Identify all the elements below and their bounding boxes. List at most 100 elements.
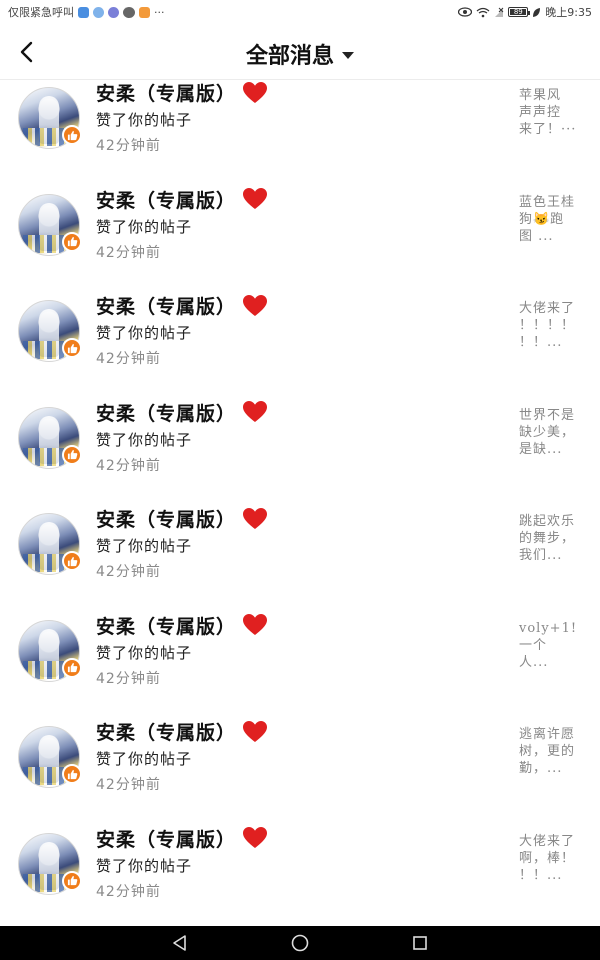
action-text: 赞了你的帖子 <box>96 856 193 875</box>
timestamp: 42分钟前 <box>96 138 161 154</box>
message-item[interactable]: 安柔（专属版） 赞了你的帖子 42分钟前 大佬来了 ！！！！ ！！... <box>0 292 600 398</box>
message-list[interactable]: 安柔（专属版） 赞了你的帖子 42分钟前 苹果风 声声控 来了！··· 安柔（专属版） 赞… <box>0 81 600 927</box>
post-preview[interactable]: 大佬来了 啊，棒！ ！！... <box>519 833 585 884</box>
chevron-down-icon <box>342 51 354 59</box>
post-preview[interactable]: 逃离许愿 树，更的 勤，... <box>519 726 585 777</box>
wechat-icon <box>123 6 135 18</box>
carrier-text: 仅限紧急呼叫 <box>8 6 74 19</box>
name-row: 安柔（专属版） <box>96 399 268 426</box>
user-name[interactable]: 安柔（专属版） <box>96 399 236 426</box>
name-row: 安柔（专属版） <box>96 718 268 745</box>
app-notification-icon <box>78 6 89 18</box>
name-row: 安柔（专属版） <box>96 186 268 213</box>
message-filter-dropdown[interactable]: 全部消息 <box>246 38 354 70</box>
heart-icon <box>243 614 268 635</box>
post-preview[interactable]: 蓝色王桂 狗😼跑 图 ... <box>519 194 585 245</box>
user-name[interactable]: 安柔（专属版） <box>96 825 236 852</box>
thumbs-up-icon <box>67 769 77 779</box>
timestamp: 42分钟前 <box>96 883 161 900</box>
like-badge <box>62 870 82 891</box>
like-badge <box>62 657 82 678</box>
more-notifications-icon: ··· <box>154 5 165 19</box>
heart-icon <box>243 507 268 529</box>
heart-icon <box>243 81 268 103</box>
action-text: 赞了你的帖子 <box>96 111 193 129</box>
thumbs-up-icon <box>67 236 77 247</box>
message-item[interactable]: 安柔（专属版） 赞了你的帖子 42分钟前 跳起欢乐 的舞步， 我们... <box>0 505 600 611</box>
user-name[interactable]: 安柔（专属版） <box>96 292 236 319</box>
post-preview[interactable]: 苹果风 声声控 来了！··· <box>519 87 585 138</box>
system-nav-bar <box>0 926 600 960</box>
thumbs-up-icon <box>67 875 77 886</box>
wifi-icon <box>476 7 490 17</box>
name-row: 安柔（专属版） <box>96 505 268 532</box>
clock: 晚上9:35 <box>545 6 592 19</box>
heart-icon <box>243 827 268 848</box>
bilibili-icon <box>139 6 150 18</box>
message-item[interactable]: 安柔（专属版） 赞了你的帖子 42分钟前 蓝色王桂 狗😼跑 图 ... <box>0 186 600 292</box>
post-preview[interactable]: 跳起欢乐 的舞步， 我们... <box>519 513 585 564</box>
action-text: 赞了你的帖子 <box>96 643 193 662</box>
like-badge <box>62 338 82 358</box>
action-text: 赞了你的帖子 <box>96 750 193 768</box>
thumbs-up-icon <box>67 449 77 460</box>
like-badge <box>62 764 82 784</box>
message-item[interactable]: 安柔（专属版） 赞了你的帖子 42分钟前 苹果风 声声控 来了！··· <box>0 81 600 185</box>
heart-icon <box>243 720 268 742</box>
timestamp: 42分钟前 <box>96 351 161 367</box>
name-row: 安柔（专属版） <box>96 81 268 106</box>
name-row: 安柔（专属版） <box>96 292 268 319</box>
circle-home-icon <box>291 934 309 952</box>
user-name[interactable]: 安柔（专属版） <box>96 81 236 106</box>
nav-recents-button[interactable] <box>408 931 432 955</box>
like-badge <box>62 551 82 571</box>
heart-icon <box>243 188 268 209</box>
message-item[interactable]: 安柔（专属版） 赞了你的帖子 42分钟前 voly+1! 一个 人... <box>0 612 600 718</box>
browser-notification-icon <box>93 6 104 18</box>
message-item[interactable]: 安柔（专属版） 赞了你的帖子 42分钟前 世界不是 缺少美， 是缺... <box>0 399 600 505</box>
action-text: 赞了你的帖子 <box>96 537 193 555</box>
battery-level: 89 <box>513 8 523 16</box>
leaf-icon <box>533 7 541 17</box>
post-preview[interactable]: 大佬来了 ！！！！ ！！... <box>519 300 585 351</box>
nav-home-button[interactable] <box>288 931 312 955</box>
status-right: 89 晚上9:35 <box>458 4 592 20</box>
user-name[interactable]: 安柔（专属版） <box>96 718 236 745</box>
no-signal-icon <box>495 7 504 17</box>
name-row: 安柔（专属版） <box>96 825 268 852</box>
message-item[interactable]: 安柔（专属版） 赞了你的帖子 42分钟前 大佬来了 啊，棒！ ！！... <box>0 825 600 928</box>
status-left: 仅限紧急呼叫 ··· <box>8 4 165 20</box>
message-item[interactable]: 安柔（专属版） 赞了你的帖子 42分钟前 逃离许愿 树，更的 勤，... <box>0 718 600 824</box>
square-recents-icon <box>413 936 427 950</box>
heart-icon <box>243 401 268 422</box>
thumbs-up-icon <box>67 556 77 566</box>
timestamp: 42分钟前 <box>96 670 161 687</box>
name-row: 安柔（专属版） <box>96 612 268 639</box>
heart-icon <box>243 294 268 316</box>
user-name[interactable]: 安柔（专属版） <box>96 505 236 532</box>
action-text: 赞了你的帖子 <box>96 217 193 236</box>
post-preview[interactable]: voly+1! 一个 人... <box>519 620 585 671</box>
thumbs-up-icon <box>67 343 77 353</box>
user-name[interactable]: 安柔（专属版） <box>96 612 236 639</box>
timestamp: 42分钟前 <box>96 564 161 580</box>
thumbs-up-icon <box>67 662 77 673</box>
app-notification-icon <box>108 6 119 18</box>
page-title-text: 全部消息 <box>245 43 334 69</box>
post-preview[interactable]: 世界不是 缺少美， 是缺... <box>519 407 585 458</box>
like-badge <box>62 125 82 145</box>
page-title: 全部消息 <box>0 38 600 70</box>
battery-icon: 89 <box>508 7 531 17</box>
timestamp: 42分钟前 <box>96 457 161 474</box>
like-badge <box>62 231 82 252</box>
timestamp: 42分钟前 <box>96 777 161 793</box>
action-text: 赞了你的帖子 <box>96 324 193 342</box>
eye-icon <box>458 7 473 17</box>
thumbs-up-icon <box>67 130 77 140</box>
status-bar: 仅限紧急呼叫 ··· 89 晚上9:35 <box>0 0 600 24</box>
user-name[interactable]: 安柔（专属版） <box>96 186 236 213</box>
action-text: 赞了你的帖子 <box>96 430 193 449</box>
nav-back-button[interactable] <box>168 931 192 955</box>
like-badge <box>62 444 82 465</box>
timestamp: 42分钟前 <box>96 244 161 261</box>
